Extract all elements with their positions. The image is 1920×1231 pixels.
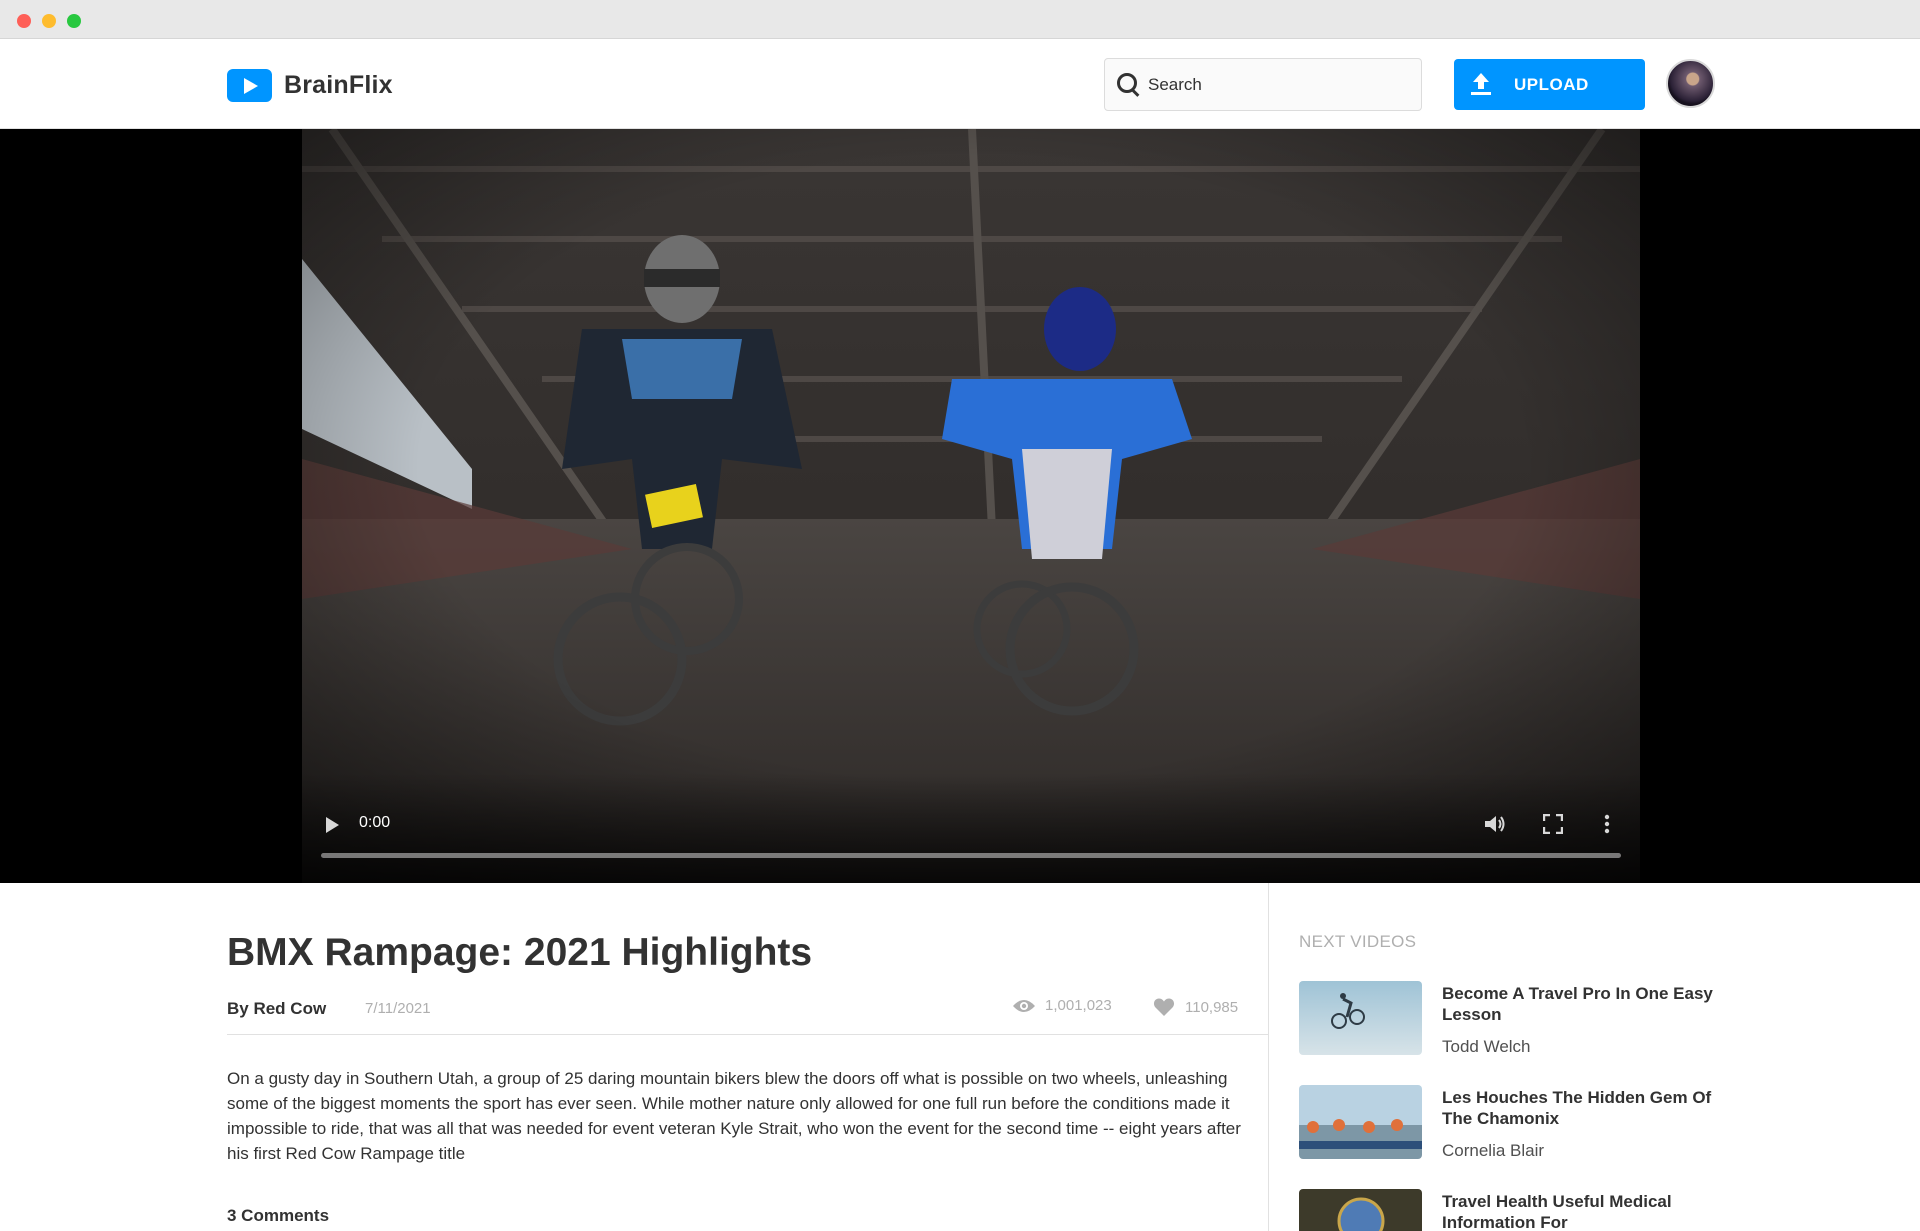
next-videos-heading: NEXT VIDEOS bbox=[1299, 932, 1417, 951]
video-poster bbox=[302, 129, 1640, 883]
brand-logo[interactable]: BrainFlix bbox=[227, 69, 393, 102]
views-count: 1,001,023 bbox=[1045, 997, 1112, 1014]
next-video-title: Les Houches The Hidden Gem Of The Chamon… bbox=[1442, 1088, 1712, 1128]
eye-icon bbox=[1013, 999, 1035, 1012]
video-stage: 0:00 bbox=[0, 129, 1920, 883]
likes-stat[interactable]: 110,985 bbox=[1153, 997, 1238, 1017]
heart-icon bbox=[1153, 998, 1175, 1016]
next-video-thumbnail bbox=[1299, 1189, 1422, 1231]
video-date: 7/11/2021 bbox=[365, 1000, 431, 1017]
next-video-channel: Cornelia Blair bbox=[1442, 1141, 1545, 1160]
search-box[interactable] bbox=[1104, 58, 1422, 111]
player-controls-backdrop bbox=[302, 773, 1640, 883]
brand-name: BrainFlix bbox=[284, 71, 393, 99]
next-video-title: Travel Health Useful Medical Information… bbox=[1442, 1192, 1672, 1231]
next-video-thumbnail bbox=[1299, 981, 1422, 1055]
comments-count: 3 Comments bbox=[227, 1206, 330, 1225]
play-icon[interactable] bbox=[324, 815, 340, 833]
site-header: BrainFlix UPLOAD bbox=[0, 39, 1920, 129]
close-window-button[interactable] bbox=[17, 14, 31, 28]
search-icon bbox=[1116, 72, 1142, 98]
next-video-title: Become A Travel Pro In One Easy Lesson bbox=[1442, 984, 1713, 1024]
current-time: 0:00 bbox=[359, 814, 391, 831]
sidebar-divider bbox=[1268, 883, 1269, 1231]
upload-icon bbox=[1471, 73, 1491, 95]
views-stat: 1,001,023 bbox=[1012, 997, 1112, 1014]
search-input[interactable] bbox=[1148, 74, 1398, 95]
details-divider bbox=[227, 1034, 1268, 1035]
play-logo-icon bbox=[227, 69, 272, 102]
user-avatar[interactable] bbox=[1666, 59, 1715, 108]
window-titlebar bbox=[0, 0, 1920, 39]
next-video-item[interactable]: Become A Travel Pro In One Easy Lesson T… bbox=[1299, 981, 1729, 1061]
fullscreen-icon[interactable] bbox=[1543, 814, 1563, 834]
more-options-icon[interactable] bbox=[1602, 813, 1612, 835]
maximize-window-button[interactable] bbox=[67, 14, 81, 28]
likes-count: 110,985 bbox=[1185, 998, 1239, 1016]
upload-button-label: UPLOAD bbox=[1514, 75, 1589, 94]
video-player[interactable]: 0:00 bbox=[302, 129, 1640, 883]
video-title: BMX Rampage: 2021 Highlights bbox=[227, 931, 813, 974]
video-channel[interactable]: By Red Cow bbox=[227, 999, 326, 1019]
next-video-channel: Todd Welch bbox=[1442, 1037, 1531, 1056]
volume-icon[interactable] bbox=[1484, 814, 1506, 834]
video-description: On a gusty day in Southern Utah, a group… bbox=[227, 1069, 1241, 1163]
next-video-item[interactable]: Les Houches The Hidden Gem Of The Chamon… bbox=[1299, 1085, 1729, 1165]
upload-button[interactable]: UPLOAD bbox=[1454, 59, 1645, 110]
next-video-thumbnail bbox=[1299, 1085, 1422, 1159]
video-progress-bar[interactable] bbox=[321, 853, 1621, 858]
minimize-window-button[interactable] bbox=[42, 14, 56, 28]
next-video-item[interactable]: Travel Health Useful Medical Information… bbox=[1299, 1189, 1729, 1231]
